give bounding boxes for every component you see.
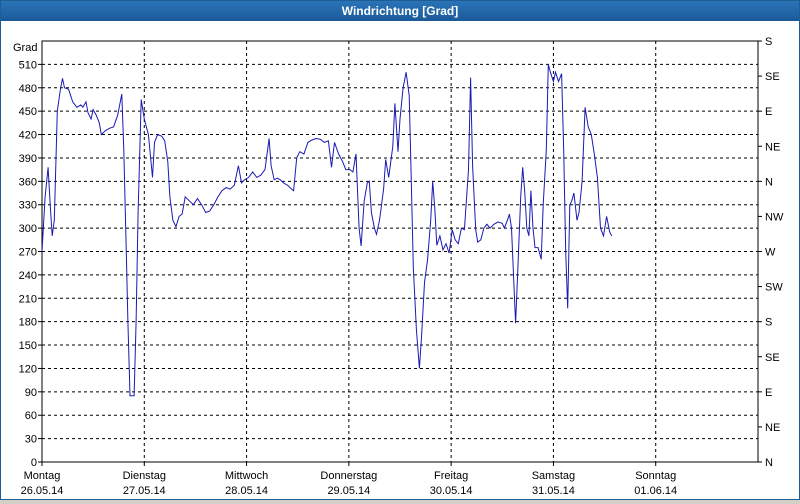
right-axis-label: NE [765,141,780,153]
y-axis-title: Grad [13,42,37,54]
y-tick-label: 270 [19,247,37,259]
y-tick-label: 420 [19,130,37,142]
x-tick-date-label: 28.05.14 [225,485,268,497]
right-axis-label: S [765,317,772,329]
x-tick-date-label: 29.05.14 [327,485,370,497]
chart-window: Windrichtung [Grad] 0 30 60 90 120 150 180 210 2… [0,0,800,500]
x-tick-date-label: 30.05.14 [430,485,473,497]
y-tick-label: 0 [31,457,37,469]
plot-area: 0 30 60 90 120 150 180 210 240 270 300 330 360 390 420… [1,21,799,499]
y-tick-label: 150 [19,340,37,352]
right-axis-label: SE [765,352,780,364]
y-tick-label: 90 [25,387,37,399]
x-tick-day-label: Sonntag [635,470,676,482]
right-axis-label: W [765,247,776,259]
y-tick-label: 360 [19,176,37,188]
x-tick-date-label: 27.05.14 [123,485,166,497]
y-tick-label: 120 [19,363,37,375]
y-tick-label: 180 [19,317,37,329]
right-axis-label: SE [765,71,780,83]
x-tick-date-label: 31.05.14 [532,485,575,497]
x-tick-day-label: Donnerstag [320,470,377,482]
y-tick-label: 30 [25,434,37,446]
y-tick-label: 210 [19,293,37,305]
right-axis-label: S [765,36,772,48]
right-axis-label: NE [765,422,780,434]
y-tick-label: 60 [25,410,37,422]
x-tick-day-label: Dienstag [123,470,166,482]
x-tick-day-label: Freitag [434,470,468,482]
wind-direction-chart: 0 30 60 90 120 150 180 210 240 270 300 330 360 390 420… [13,36,784,497]
x-tick-day-label: Mittwoch [225,470,268,482]
y-tick-label: 480 [19,83,37,95]
right-axis-label: SW [765,282,783,294]
y-tick-label: 390 [19,153,37,165]
window-title: Windrichtung [Grad] [1,1,799,21]
x-tick-day-label: Montag [24,470,61,482]
y-tick-label: 330 [19,200,37,212]
right-axis-label: E [765,106,772,118]
x-tick-date-label: 26.05.14 [21,485,64,497]
y-tick-label: 300 [19,223,37,235]
right-axis-label: N [765,176,773,188]
right-axis-label: E [765,387,772,399]
y-tick-label: 450 [19,106,37,118]
x-tick-date-label: 01.06.14 [634,485,677,497]
x-tick-day-label: Samstag [532,470,575,482]
y-tick-label: 510 [19,59,37,71]
y-tick-label: 240 [19,270,37,282]
right-axis-label: NW [765,211,784,223]
right-axis-label: N [765,457,773,469]
